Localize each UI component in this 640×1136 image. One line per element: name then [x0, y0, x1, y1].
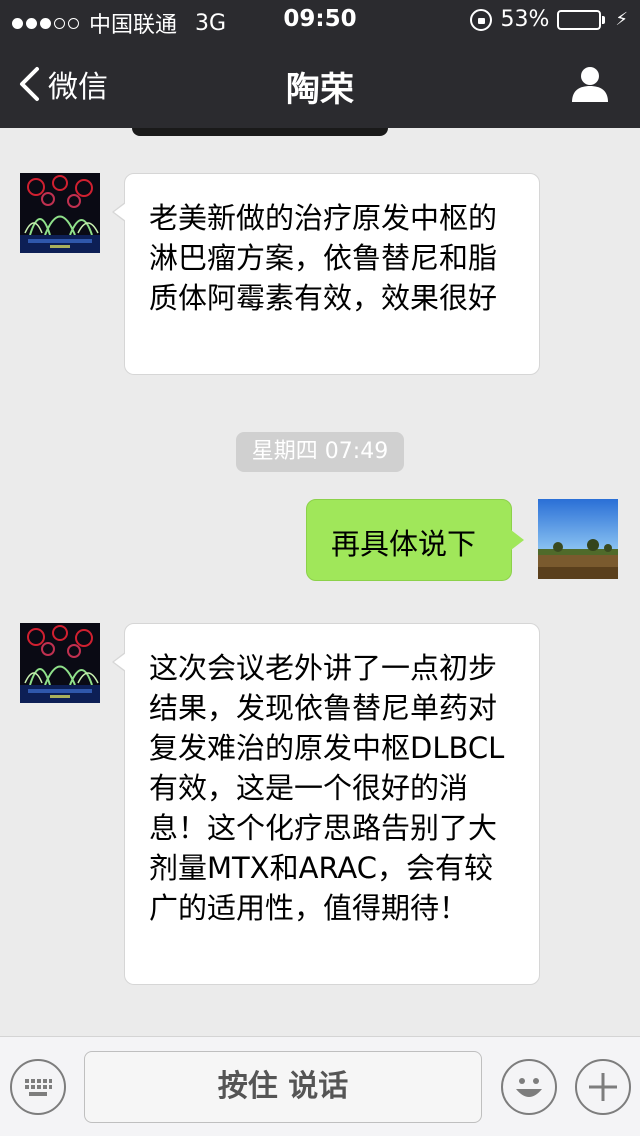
message-text: 再具体说下: [331, 527, 477, 561]
nav-bar: 微信 陶荣: [0, 40, 640, 128]
chat-area[interactable]: 老美新做的治疗原发中枢的淋巴瘤方案，依鲁替尼和脂质体阿霉素有效，效果很好 星期四…: [0, 128, 640, 1036]
plus-icon: [589, 1073, 617, 1101]
status-bar: 中国联通 3G 09:50 53% ⚡: [0, 0, 640, 40]
received-message-bubble[interactable]: 这次会议老外讲了一点初步结果，发现依鲁替尼单药对复发难治的原发中枢DLBCL有效…: [112, 623, 540, 985]
emoji-icon: [516, 1078, 542, 1097]
emoji-button[interactable]: [501, 1059, 557, 1115]
input-bar: 按住 说话: [0, 1036, 640, 1136]
profile-button[interactable]: [570, 64, 610, 104]
charging-icon: ⚡: [615, 9, 628, 30]
hold-to-talk-button[interactable]: 按住 说话: [84, 1051, 482, 1123]
timestamp-label: 星期四 07:49: [236, 432, 404, 472]
chat-title: 陶荣: [286, 70, 354, 110]
keyboard-toggle-button[interactable]: [10, 1059, 66, 1115]
sent-message-bubble[interactable]: 再具体说下: [306, 499, 524, 581]
rotation-lock-icon: [470, 8, 493, 31]
battery-icon: [557, 9, 606, 30]
add-button[interactable]: [575, 1059, 631, 1115]
keyboard-icon: [25, 1079, 52, 1096]
message-text: 这次会议老外讲了一点初步结果，发现依鲁替尼单药对复发难治的原发中枢DLBCL有效…: [149, 651, 505, 925]
contact-avatar[interactable]: [20, 623, 100, 703]
message-text: 老美新做的治疗原发中枢的淋巴瘤方案，依鲁替尼和脂质体阿霉素有效，效果很好: [149, 201, 498, 315]
my-avatar[interactable]: [538, 499, 618, 579]
battery-percent: 53%: [500, 7, 550, 32]
contact-avatar[interactable]: [20, 173, 100, 253]
received-message-bubble[interactable]: 老美新做的治疗原发中枢的淋巴瘤方案，依鲁替尼和脂质体阿霉素有效，效果很好: [112, 173, 540, 375]
status-right: 53% ⚡: [470, 7, 628, 32]
person-icon: [572, 67, 608, 102]
previous-media-message[interactable]: [132, 128, 388, 136]
